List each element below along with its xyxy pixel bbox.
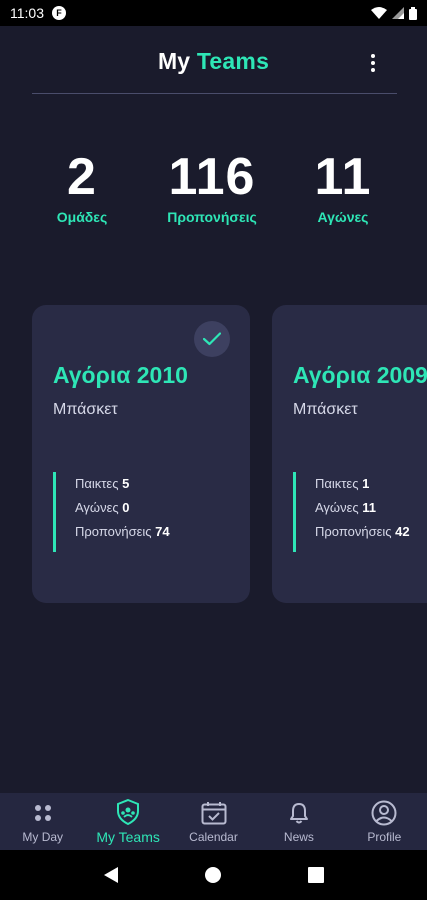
team-sport: Μπάσκετ <box>53 401 118 418</box>
dots-grid-icon <box>30 800 56 826</box>
stat-value: 2 <box>67 148 97 206</box>
battery-icon <box>409 6 417 20</box>
title-accent: Teams <box>196 47 270 74</box>
recents-icon[interactable] <box>308 867 325 883</box>
team-sport: Μπάσκετ <box>293 401 358 418</box>
team-card[interactable]: Αγόρια 2010 Μπάσκετ Παικτες 5 Αγώνες 0 Π… <box>32 305 250 603</box>
stat-teams: 2 Ομάδες <box>44 148 120 225</box>
stat-label: Ομάδες <box>56 209 108 225</box>
nav-my-teams[interactable]: My Teams <box>85 793 170 850</box>
app-notification-icon: F <box>52 6 66 20</box>
nav-calendar[interactable]: Calendar <box>171 793 256 850</box>
back-icon[interactable] <box>103 866 119 884</box>
nav-my-day[interactable]: My Day <box>0 793 85 850</box>
stat-trainings: 116 Προπονήσεις <box>151 148 273 225</box>
team-stats: Παικτες 5 Αγώνες 0 Προπονήσεις 74 <box>53 472 170 552</box>
team-stats: Παικτες 1 Αγώνες 11 Προπονήσεις 42 <box>293 472 410 552</box>
nav-label: My Teams <box>96 828 160 845</box>
calendar-check-icon <box>201 800 227 826</box>
status-bar: 11:03 F <box>0 0 427 26</box>
stat-value: 116 <box>168 148 256 206</box>
header: My Teams <box>0 26 427 96</box>
stat-label: Αγώνες <box>317 209 369 225</box>
home-icon[interactable] <box>204 866 222 884</box>
stats-summary: 2 Ομάδες 116 Προπονήσεις 11 Αγώνες <box>0 148 427 238</box>
stat-label: Προπονήσεις <box>167 209 257 225</box>
shield-team-icon <box>115 798 141 825</box>
stat-value: 11 <box>314 148 372 206</box>
team-games: Αγώνες 0 <box>75 500 130 515</box>
stat-games: 11 Αγώνες <box>300 148 386 225</box>
team-players: Παικτες 5 <box>75 476 130 491</box>
more-vert-icon[interactable] <box>367 52 379 74</box>
bell-icon <box>286 800 312 826</box>
title-prefix: My <box>157 47 191 74</box>
team-trainings: Προπονήσεις 74 <box>75 524 170 539</box>
system-nav-bar <box>0 850 427 900</box>
team-name: Αγόρια 2009 <box>293 362 427 388</box>
profile-icon <box>371 800 397 826</box>
nav-profile[interactable]: Profile <box>342 793 427 850</box>
team-trainings: Προπονήσεις 42 <box>315 524 410 539</box>
nav-label: News <box>283 829 314 844</box>
page-title: My Teams <box>158 48 269 75</box>
check-icon <box>194 321 230 357</box>
nav-label: Profile <box>367 829 402 844</box>
team-card[interactable]: Αγόρια 2009 Μπάσκετ Παικτες 1 Αγώνες 11 … <box>272 305 427 603</box>
team-name: Αγόρια 2010 <box>53 362 188 388</box>
team-players: Παικτες 1 <box>315 476 370 491</box>
wifi-icon <box>371 7 387 19</box>
nav-label: My Day <box>22 829 64 844</box>
nav-news[interactable]: News <box>256 793 341 850</box>
status-icons <box>371 6 417 20</box>
header-divider <box>32 93 397 94</box>
status-time: 11:03 <box>10 5 44 21</box>
bottom-nav: My Day My Teams Calendar News Profile <box>0 793 427 850</box>
signal-icon <box>392 7 404 19</box>
nav-label: Calendar <box>189 829 238 844</box>
team-games: Αγώνες 11 <box>315 500 377 515</box>
